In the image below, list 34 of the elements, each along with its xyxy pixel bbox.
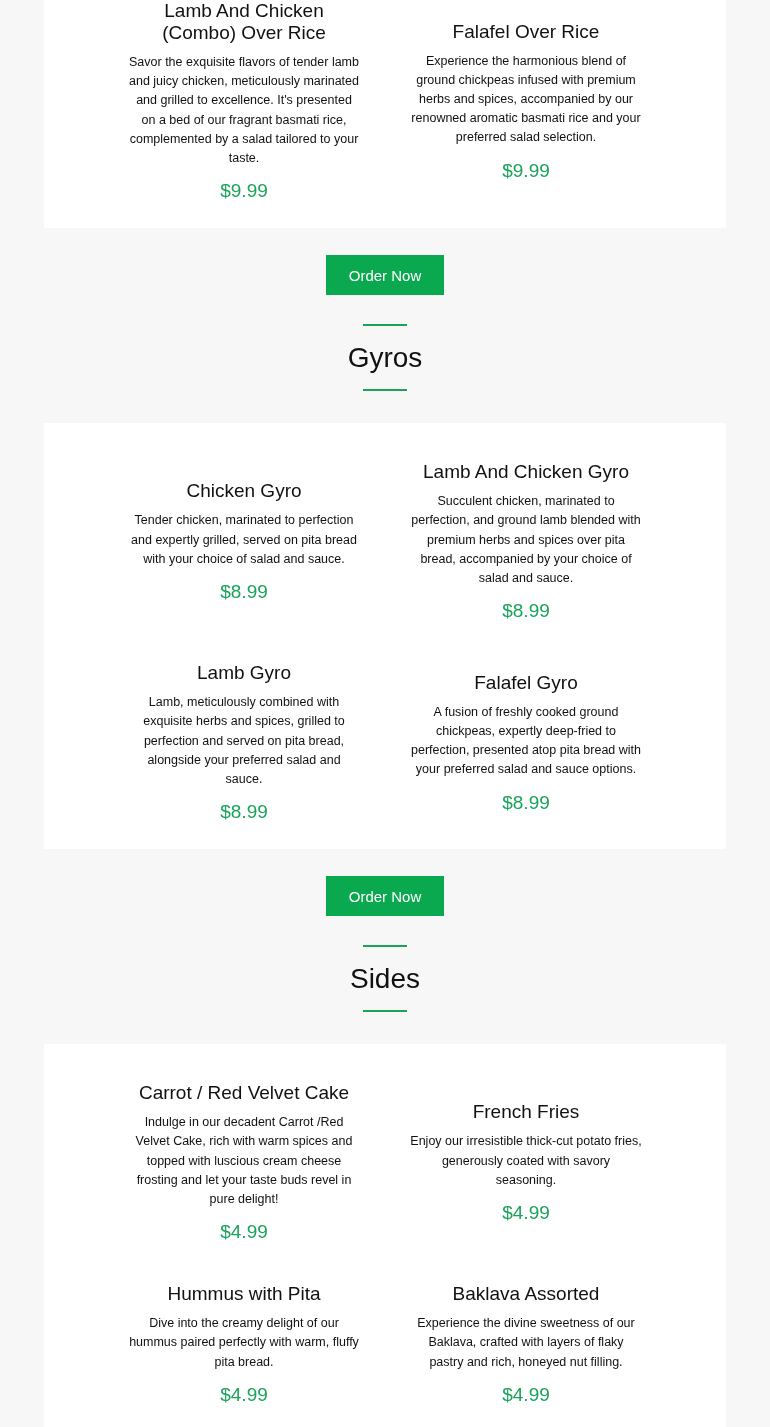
dish-price: $8.99 [220,581,268,604]
dish-name: French Fries [472,1101,580,1124]
dish-name: Hummus with Pita [167,1283,321,1306]
dish-price: $9.99 [502,159,550,182]
dish-name: Lamb Gyro [197,662,291,685]
dish-description: Succulent chicken, marinated to perfection, and ground lamb blended with premium herbs and spices over pita bread, accompanied by your choice of salad and sauce. [410,493,642,588]
dish-description: Tender chicken, marinated to perfection and expertly grilled, served on pita bread with your choice of salad and sauce. [130,512,358,568]
dish-price: $4.99 [502,1202,550,1225]
dish-name: Falafel Over Rice [452,20,600,43]
dish-price: $8.99 [502,791,550,814]
dish-price: $4.99 [220,1221,268,1244]
dish-price: $4.99 [220,1383,268,1406]
dish-description: Experience the divine sweetness of our Baklava, crafted with layers of flaky pastry and rich, honeyed nut filling. [416,1315,636,1371]
section-heading: Gyros [347,341,423,376]
dish-description: A fusion of freshly cooked ground chickpeas, expertly deep-fried to perfection, presented atop pita bread with your preferred salad and sauce options. [410,703,642,779]
dish-name: Lamb And Chicken Gyro [423,461,629,484]
dish-description: Experience the harmonious blend of ground chickpeas infused with premium herbs and spices, accompanied by our renowned aromatic basmati rice and your preferred salad selection. [410,52,642,147]
dish-price: $8.99 [220,801,268,824]
dish-name: Lamb And Chicken (Combo) Over Rice [161,0,327,44]
order-now-button[interactable]: Order Now [326,876,444,917]
dish-name: Falafel Gyro [474,671,578,694]
dish-price: $9.99 [220,180,268,203]
dish-description: Enjoy our irresistible thick-cut potato fries, generously coated with savory seasoning. [410,1133,642,1189]
dish-description: Savor the exquisite flavors of tender lamb and juicy chicken, meticulously marinated and grilled to excellence. It's presented on a bed of our fragrant basmati rice, complemented by a salad tailored to your taste. [128,54,360,167]
dish-price: $8.99 [502,600,550,623]
dish-name: Carrot / Red Velvet Cake [138,1082,350,1105]
dish-price: $4.99 [502,1383,550,1406]
order-now-button[interactable]: Order Now [326,255,444,296]
section-heading: Sides [349,962,420,997]
dish-description: Lamb, meticulously combined with exquisite herbs and spices, grilled to perfection and served on pita bread, alongside your preferred salad and sauce. [142,694,346,789]
dish-description: Dive into the creamy delight of our hummus paired perfectly with warm, fluffy pita bread. [128,1315,360,1371]
dish-name: Chicken Gyro [186,480,302,503]
dish-name: Baklava Assorted [452,1283,600,1306]
dish-description: Indulge in our decadent Carrot /Red Velvet Cake, rich with warm spices and topped with luscious cream cheese frosting and let your taste buds revel in pure delight! [134,1114,354,1209]
